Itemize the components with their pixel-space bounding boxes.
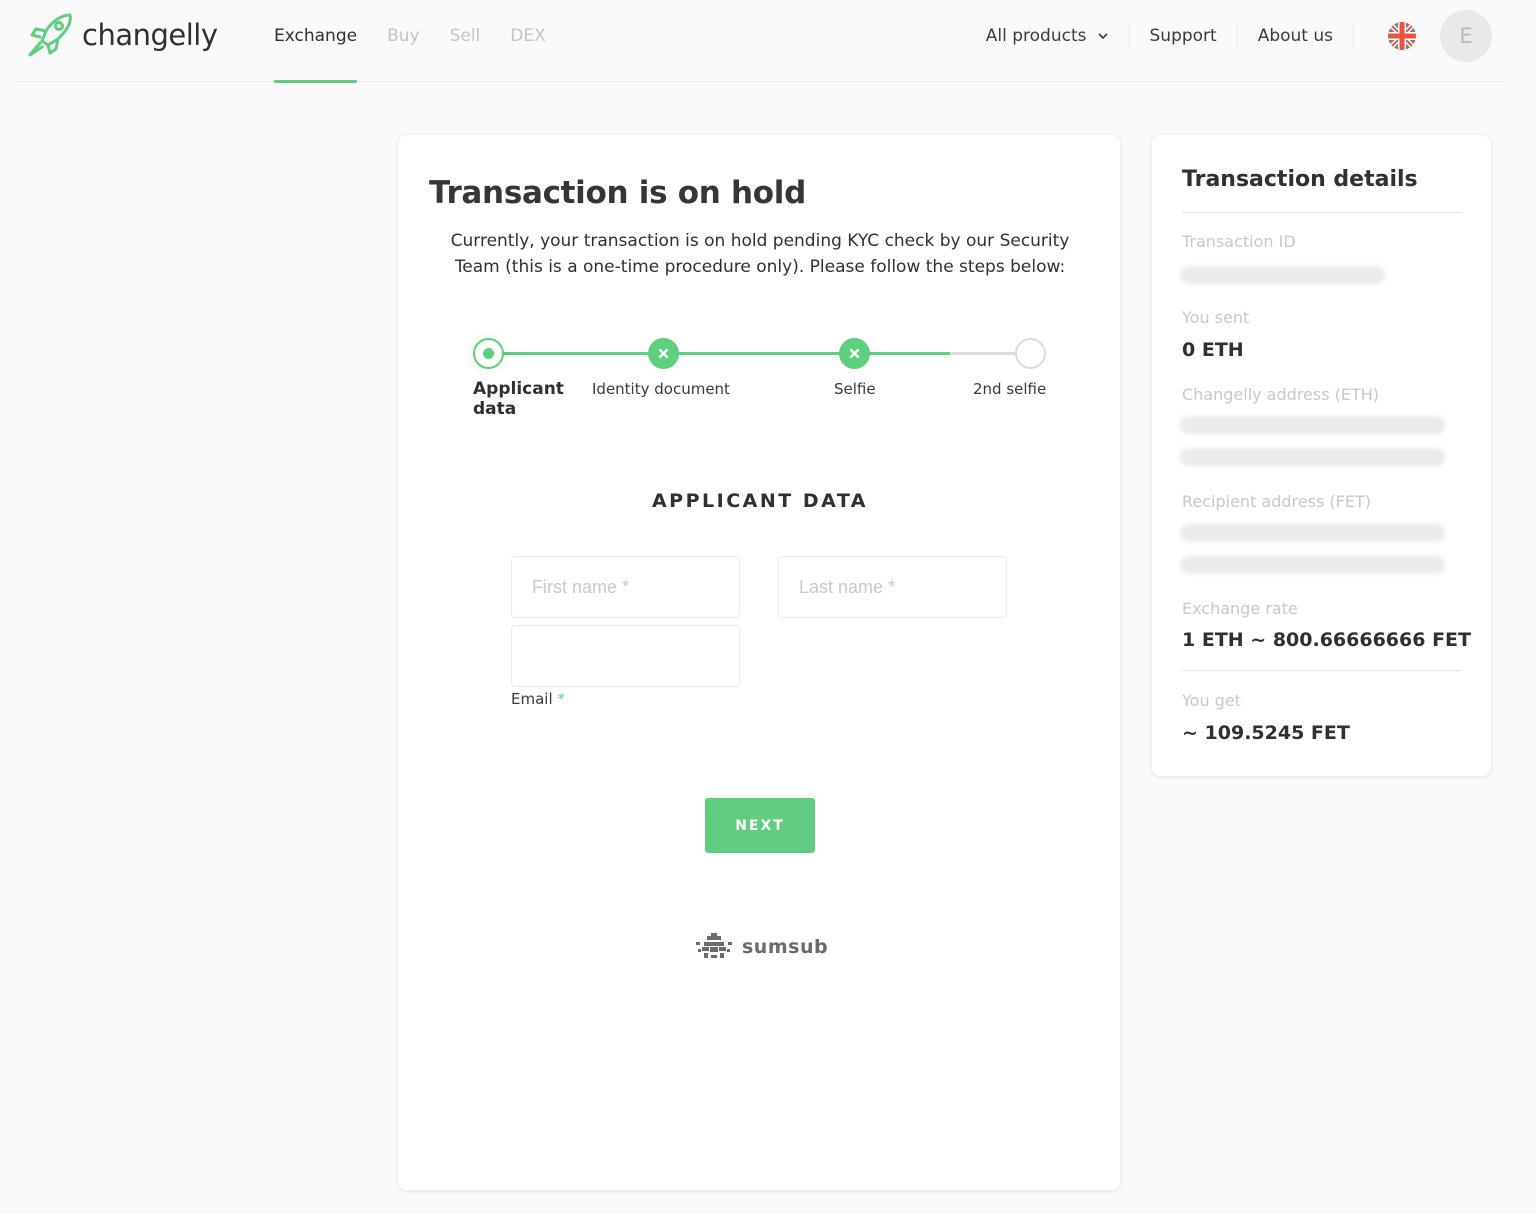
exchange-rate-value: 1 ETH ~ 800.66666666 FET (1182, 629, 1471, 651)
language-selector[interactable] (1388, 22, 1416, 50)
step-applicant-label: Applicant data (473, 379, 564, 419)
step-identity-label: Identity document (592, 380, 730, 398)
top-header: changelly Exchange Buy Sell DEX All prod… (16, 0, 1504, 83)
changelly-address-line-2-blurred (1180, 448, 1445, 466)
step-2nd-selfie-dot[interactable] (1015, 338, 1046, 369)
close-icon (849, 348, 860, 359)
main-nav: Exchange Buy Sell DEX (274, 0, 576, 83)
first-name-input[interactable] (511, 556, 740, 618)
nav-dex[interactable]: DEX (510, 0, 545, 82)
brand-name: changelly (82, 18, 218, 52)
right-nav: All products Support About us E (966, 0, 1504, 72)
step-2nd-selfie-label: 2nd selfie (973, 380, 1047, 398)
section-title: APPLICANT DATA (651, 490, 869, 512)
last-name-input[interactable] (778, 556, 1007, 618)
about-us-link[interactable]: About us (1238, 21, 1354, 51)
details-title: Transaction details (1182, 167, 1418, 192)
you-sent-value: 0 ETH (1182, 339, 1244, 361)
email-input[interactable] (511, 625, 740, 687)
email-label: Email * (511, 690, 565, 708)
stepper-progress-track (489, 352, 950, 355)
all-products-label: All products (985, 26, 1087, 46)
recipient-address-line-2-blurred (1180, 556, 1445, 574)
recipient-address-line-1-blurred (1180, 524, 1445, 542)
divider (1182, 212, 1462, 213)
hold-description: Currently, your transaction is on hold p… (450, 231, 1070, 277)
kyc-card: Transaction is on hold Currently, your t… (397, 134, 1121, 1191)
nav-buy[interactable]: Buy (387, 0, 420, 82)
nav-sell[interactable]: Sell (450, 0, 481, 82)
you-get-label: You get (1182, 691, 1241, 710)
step-selfie-dot[interactable] (839, 338, 870, 369)
step-identity-dot[interactable] (648, 338, 679, 369)
you-sent-label: You sent (1182, 308, 1250, 327)
changelly-logo[interactable]: changelly (26, 10, 218, 60)
all-products-dropdown[interactable]: All products (966, 21, 1130, 51)
transaction-details-card: Transaction details Transaction ID You s… (1151, 134, 1492, 777)
changelly-address-label: Changelly address (ETH) (1182, 385, 1380, 404)
chevron-down-icon (1097, 33, 1108, 40)
email-label-text: Email (511, 690, 553, 708)
transaction-id-value-blurred (1180, 266, 1385, 284)
step-selfie-label: Selfie (834, 380, 876, 398)
required-mark: * (557, 690, 565, 708)
page-title: Transaction is on hold (429, 175, 806, 211)
divider (1182, 670, 1462, 671)
support-link[interactable]: Support (1130, 21, 1238, 51)
user-avatar[interactable]: E (1440, 10, 1492, 62)
next-button[interactable]: NEXT (705, 798, 815, 853)
changelly-address-line-1-blurred (1180, 416, 1445, 434)
sumsub-logo-icon (696, 933, 732, 958)
close-icon (658, 348, 669, 359)
step-applicant-dot[interactable] (473, 338, 504, 369)
uk-flag-icon (1388, 22, 1416, 50)
kyc-stepper: Applicant data Identity document Selfie … (398, 335, 1122, 435)
you-get-value: ~ 109.5245 FET (1182, 722, 1350, 744)
transaction-id-label: Transaction ID (1182, 232, 1296, 251)
recipient-address-label: Recipient address (FET) (1182, 492, 1371, 511)
rocket-icon (28, 13, 72, 57)
exchange-rate-label: Exchange rate (1182, 599, 1298, 618)
nav-exchange[interactable]: Exchange (274, 0, 358, 83)
sumsub-wordmark: sumsub (742, 936, 829, 958)
sumsub-branding: sumsub (694, 931, 828, 963)
